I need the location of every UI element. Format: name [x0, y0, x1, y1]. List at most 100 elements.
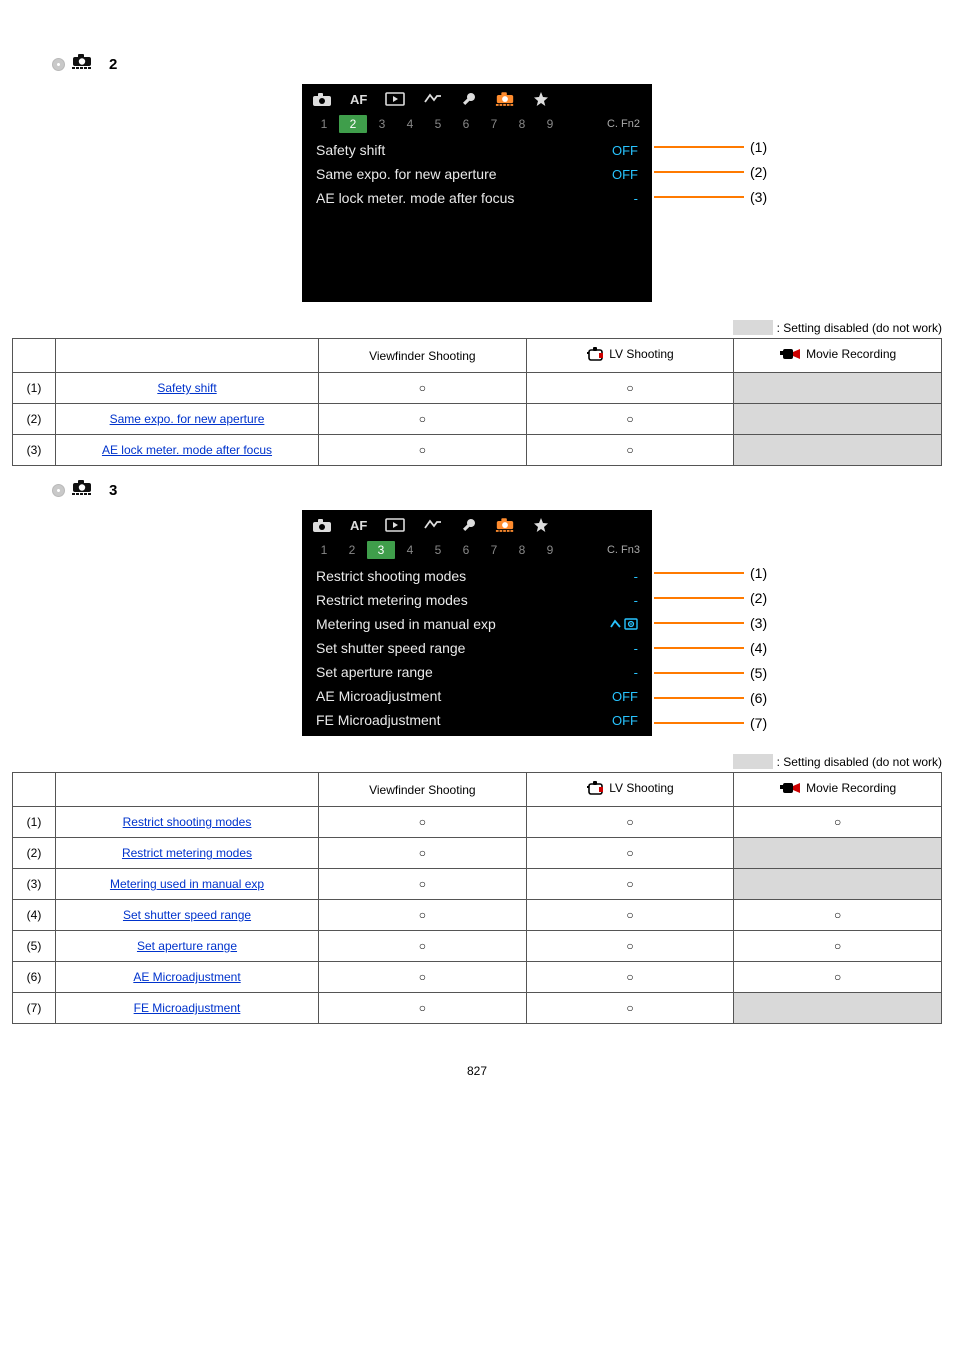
subtab-1[interactable]: 1: [310, 117, 338, 131]
cell-movie: ○: [734, 900, 942, 931]
cfn-heading-icon: [71, 480, 101, 500]
setting-link[interactable]: Safety shift: [157, 381, 216, 395]
af-icon: AF: [350, 518, 367, 533]
cell-movie: ○: [734, 931, 942, 962]
annotation: (3): [654, 615, 767, 631]
subtab-8[interactable]: 8: [508, 543, 536, 557]
cell-name: FE Microadjustment: [56, 993, 319, 1024]
subtab-7[interactable]: 7: [480, 543, 508, 557]
cell-movie: [734, 993, 942, 1024]
menu-item[interactable]: Same expo. for new aperture OFF: [302, 162, 652, 186]
menu-item[interactable]: Set aperture range -: [302, 660, 652, 684]
settings-table: Viewfinder Shooting LV Shooting Movie Re…: [12, 338, 942, 466]
menu-item[interactable]: Safety shift OFF: [302, 138, 652, 162]
subtab-5[interactable]: 5: [424, 117, 452, 131]
subtab-3[interactable]: 3: [367, 541, 395, 559]
cell-movie: ○: [734, 807, 942, 838]
playback-icon: [385, 92, 405, 106]
setting-link[interactable]: Set shutter speed range: [123, 908, 251, 922]
cell-name: AE lock meter. mode after focus: [56, 435, 319, 466]
cell-name: Metering used in manual exp: [56, 869, 319, 900]
cell-lv: ○: [526, 931, 734, 962]
cell-viewfinder: ○: [319, 931, 527, 962]
section-heading: 2: [52, 54, 942, 74]
subtab-4[interactable]: 4: [396, 117, 424, 131]
subtab-2[interactable]: 2: [339, 115, 367, 133]
wrench-icon: [461, 91, 477, 107]
cell-movie: [734, 838, 942, 869]
menu-item[interactable]: AE Microadjustment OFF: [302, 684, 652, 708]
cell-movie: [734, 435, 942, 466]
menu-item[interactable]: FE Microadjustment OFF: [302, 708, 652, 732]
col-viewfinder: Viewfinder Shooting: [319, 339, 527, 373]
menu-item[interactable]: Set shutter speed range -: [302, 636, 652, 660]
cell-viewfinder: ○: [319, 404, 527, 435]
camera-menu-screenshot: AF 123456789C. Fn3 Restrict shooting mod…: [302, 510, 652, 736]
setting-link[interactable]: FE Microadjustment: [134, 1001, 241, 1015]
col-lv: LV Shooting: [526, 773, 734, 807]
af-icon: AF: [350, 92, 367, 107]
subtab-1[interactable]: 1: [310, 543, 338, 557]
menu-item-value: -: [634, 640, 638, 656]
menu-item-value: OFF: [612, 142, 638, 158]
table-row: (1) Restrict shooting modes ○ ○ ○: [13, 807, 942, 838]
setting-link[interactable]: Metering used in manual exp: [110, 877, 264, 891]
cell-index: (1): [13, 373, 56, 404]
subtab-7[interactable]: 7: [480, 117, 508, 131]
subtab-9[interactable]: 9: [536, 543, 564, 557]
setting-link[interactable]: Restrict metering modes: [122, 846, 252, 860]
cell-viewfinder: ○: [319, 962, 527, 993]
subtab-row: 123456789C. Fn3: [302, 538, 652, 561]
cell-index: (5): [13, 931, 56, 962]
menu-item-label: Safety shift: [316, 142, 385, 158]
subtab-8[interactable]: 8: [508, 117, 536, 131]
setting-link[interactable]: AE Microadjustment: [133, 970, 240, 984]
subtab-6[interactable]: 6: [452, 117, 480, 131]
annotation: (5): [654, 665, 767, 681]
annotation: (1): [654, 565, 767, 581]
menu-top-tabs[interactable]: AF: [302, 84, 652, 112]
subtab-4[interactable]: 4: [396, 543, 424, 557]
cell-movie: ○: [734, 962, 942, 993]
cell-lv: ○: [526, 373, 734, 404]
menu-top-tabs[interactable]: AF: [302, 510, 652, 538]
menu-item[interactable]: AE lock meter. mode after focus -: [302, 186, 652, 210]
table-row: (5) Set aperture range ○ ○ ○: [13, 931, 942, 962]
subtab-3[interactable]: 3: [368, 117, 396, 131]
cell-viewfinder: ○: [319, 900, 527, 931]
subtab-2[interactable]: 2: [338, 543, 366, 557]
subtab-6[interactable]: 6: [452, 543, 480, 557]
legend-swatch: [733, 754, 773, 769]
cell-lv: ○: [526, 869, 734, 900]
setting-link[interactable]: AE lock meter. mode after focus: [102, 443, 272, 457]
cfn-heading-num: 3: [109, 482, 117, 499]
bullet-icon: [52, 484, 65, 497]
cell-index: (1): [13, 807, 56, 838]
table-row: (3) Metering used in manual exp ○ ○: [13, 869, 942, 900]
menu-item-value: OFF: [612, 688, 638, 704]
legend: : Setting disabled (do not work): [12, 754, 942, 769]
cell-viewfinder: ○: [319, 435, 527, 466]
subtab-9[interactable]: 9: [536, 117, 564, 131]
menu-item-value: -: [634, 664, 638, 680]
menu-item-label: AE lock meter. mode after focus: [316, 190, 514, 206]
camera-menu-screenshot: AF 123456789C. Fn2 Safety shift OFF Same…: [302, 84, 652, 302]
menu-item[interactable]: Restrict metering modes -: [302, 588, 652, 612]
menu-item-label: FE Microadjustment: [316, 712, 440, 728]
annotation: (6): [654, 690, 767, 706]
cell-viewfinder: ○: [319, 993, 527, 1024]
setting-link[interactable]: Set aperture range: [137, 939, 237, 953]
menu-item[interactable]: Metering used in manual exp: [302, 612, 652, 636]
setting-link[interactable]: Restrict shooting modes: [123, 815, 252, 829]
playback-icon: [385, 518, 405, 532]
setting-link[interactable]: Same expo. for new aperture: [110, 412, 265, 426]
cell-name: AE Microadjustment: [56, 962, 319, 993]
subtab-5[interactable]: 5: [424, 543, 452, 557]
table-row: (6) AE Microadjustment ○ ○ ○: [13, 962, 942, 993]
cell-movie: [734, 373, 942, 404]
annotation: (2): [654, 590, 767, 606]
menu-item[interactable]: Restrict shooting modes -: [302, 564, 652, 588]
table-row: (3) AE lock meter. mode after focus ○ ○: [13, 435, 942, 466]
legend-swatch: [733, 320, 773, 335]
table-row: (4) Set shutter speed range ○ ○ ○: [13, 900, 942, 931]
